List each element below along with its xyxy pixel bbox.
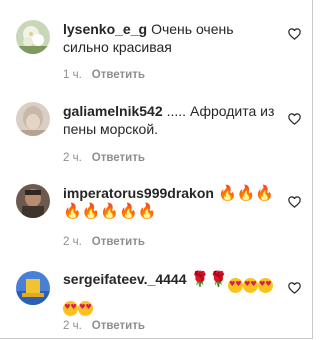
heart-eyes-icon: ♥♥ (63, 301, 78, 316)
comment-meta: 2 ч. Ответить (63, 236, 145, 248)
avatar[interactable] (16, 20, 50, 54)
avatar[interactable] (16, 271, 50, 305)
comment-body: imperatorus999drakon 🔥🔥🔥🔥🔥🔥🔥🔥 (63, 184, 281, 220)
reply-button[interactable]: Ответить (92, 69, 145, 81)
comment-meta: 1 ч. Ответить (63, 69, 145, 81)
heart-eyes-icon: ♥♥ (227, 278, 243, 293)
fire-icon: 🔥 (63, 202, 82, 220)
fire-icon: 🔥 (255, 184, 275, 202)
reply-button[interactable]: Ответить (92, 152, 145, 164)
comment-username[interactable]: sergeifateev._4444 (63, 271, 187, 287)
reply-button[interactable]: Ответить (92, 320, 145, 332)
fire-icon: 🔥 (81, 202, 101, 220)
heart-eyes-icon: ♥♥ (257, 278, 273, 293)
fire-icon: 🔥 (119, 202, 138, 220)
comment-body: lysenko_e_g Очень очень сильно красивая (63, 20, 281, 56)
heart-outline-icon[interactable] (288, 282, 301, 294)
heart-eyes-icon: ♥♥ (78, 301, 93, 316)
comment-time: 2 ч. (63, 152, 82, 164)
fire-icon: 🔥 (100, 202, 120, 220)
comment-body: sergeifateev._4444 🌹🌹♥♥ ♥♥ ♥♥♥♥ ♥♥ (63, 270, 281, 316)
fire-icon: 🔥 (217, 184, 237, 202)
rose-icon: 🌹 (209, 270, 228, 288)
comment-username[interactable]: lysenko_e_g (63, 21, 147, 37)
comment-time: 2 ч. (63, 236, 82, 248)
heart-outline-icon[interactable] (288, 28, 301, 40)
comment-username[interactable]: imperatorus999drakon (63, 185, 214, 201)
reply-button[interactable]: Ответить (92, 236, 145, 248)
comment-meta: 2 ч. Ответить (63, 320, 145, 332)
heart-outline-icon[interactable] (288, 196, 301, 208)
fire-icon: 🔥 (236, 184, 256, 202)
comment-time: 1 ч. (63, 69, 82, 81)
fire-icon: 🔥 (137, 202, 157, 220)
comment-username[interactable]: galiamelnik542 (63, 103, 163, 119)
comment-time: 2 ч. (63, 320, 82, 332)
avatar[interactable] (16, 102, 50, 136)
heart-eyes-icon: ♥♥ (242, 278, 258, 293)
comment-body: galiamelnik542..... Афродита из пены мор… (63, 102, 281, 138)
avatar[interactable] (16, 184, 50, 218)
rose-icon: 🌹 (190, 270, 210, 288)
comment-meta: 2 ч. Ответить (63, 152, 145, 164)
heart-outline-icon[interactable] (288, 113, 301, 125)
